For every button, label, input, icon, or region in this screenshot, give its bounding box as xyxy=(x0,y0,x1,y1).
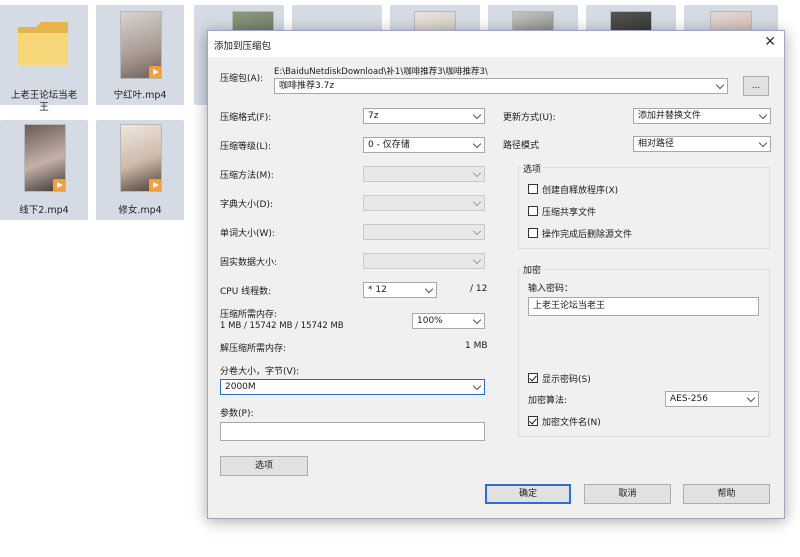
folder-label: 上老王论坛当老 王 xyxy=(10,90,78,113)
video-thumbnail xyxy=(120,11,162,79)
video-thumbnail xyxy=(120,124,162,192)
params-input[interactable] xyxy=(220,422,485,441)
sfx-label[interactable]: 创建自释放程序(X) xyxy=(542,183,618,196)
threads-select[interactable]: * 12 xyxy=(363,282,437,298)
shared-files-label[interactable]: 压缩共享文件 xyxy=(542,205,596,218)
dict-select[interactable] xyxy=(363,195,485,211)
volume-value: 2000M xyxy=(225,382,256,392)
encryption-method-label: 加密算法: xyxy=(528,396,568,406)
solid-label: 固实数据大小: xyxy=(220,258,278,268)
password-input[interactable]: 上老王论坛当老王 xyxy=(528,297,759,316)
video-thumbnail xyxy=(24,124,66,192)
encryption-method-value: AES-256 xyxy=(670,394,708,404)
mem-select[interactable]: 100% xyxy=(412,313,485,329)
title-bar: 添加到压缩包 ✕ xyxy=(208,31,784,57)
video-label: 宁红叶.mp4 xyxy=(113,90,167,101)
mem-label: 压缩所需内存: xyxy=(220,310,278,320)
browse-button[interactable]: ... xyxy=(743,76,769,96)
chevron-down-icon xyxy=(472,226,482,236)
cancel-button[interactable]: 取消 xyxy=(584,484,671,504)
chevron-down-icon xyxy=(715,80,725,90)
word-label: 单词大小(W): xyxy=(220,229,275,239)
chevron-down-icon xyxy=(472,168,482,178)
password-label: 输入密码： xyxy=(528,284,574,294)
play-icon xyxy=(149,179,161,191)
chevron-down-icon xyxy=(472,315,482,325)
sfx-checkbox[interactable] xyxy=(528,184,538,194)
shared-files-checkbox[interactable] xyxy=(528,206,538,216)
dialog-title: 添加到压缩包 xyxy=(214,41,272,52)
level-value: 0 - 仅存储 xyxy=(368,140,410,150)
folder-tile[interactable]: 上老王论坛当老 王 xyxy=(0,5,88,113)
archive-path: E:\BaiduNetdiskDownload\补1\咖啡推荐3\咖啡推荐3\ xyxy=(274,67,488,77)
pathmode-value: 相对路径 xyxy=(638,139,675,149)
chevron-down-icon xyxy=(472,197,482,207)
chevron-down-icon xyxy=(472,110,482,120)
threads-value: * 12 xyxy=(368,285,387,295)
decomp-value: 1 MB xyxy=(465,341,488,351)
params-label: 参数(P): xyxy=(220,409,254,419)
decomp-label: 解压缩所需内存: xyxy=(220,344,287,354)
video-label: 线下2.mp4 xyxy=(19,205,69,216)
chevron-down-icon xyxy=(472,139,482,149)
chevron-down-icon xyxy=(758,138,768,148)
delete-after-checkbox[interactable] xyxy=(528,228,538,238)
video-label: 修女.mp4 xyxy=(118,205,162,216)
mem-detail: 1 MB / 15742 MB / 15742 MB xyxy=(220,321,344,331)
method-select[interactable] xyxy=(363,166,485,182)
update-value: 添加并替换文件 xyxy=(638,111,702,121)
chevron-down-icon xyxy=(472,381,482,391)
show-password-checkbox[interactable] xyxy=(528,373,538,383)
close-icon[interactable]: ✕ xyxy=(764,34,776,50)
encryption-group xyxy=(518,269,770,437)
options-button[interactable]: 选项 xyxy=(220,456,308,476)
delete-after-label[interactable]: 操作完成后删除源文件 xyxy=(542,227,632,240)
threads-max: / 12 xyxy=(470,284,488,294)
encrypt-names-label[interactable]: 加密文件名(N) xyxy=(542,415,601,428)
video-tile[interactable]: 修女.mp4 xyxy=(96,120,184,220)
show-password-label[interactable]: 显示密码(S) xyxy=(542,372,591,385)
chevron-down-icon xyxy=(746,393,756,403)
method-label: 压缩方法(M): xyxy=(220,171,274,181)
chevron-down-icon xyxy=(424,284,434,294)
threads-label: CPU 线程数: xyxy=(220,287,272,297)
dict-label: 字典大小(D): xyxy=(220,200,273,210)
level-select[interactable]: 0 - 仅存储 xyxy=(363,137,485,153)
archive-label: 压缩包(A): xyxy=(220,74,264,84)
solid-select[interactable] xyxy=(363,253,485,269)
folder-icon xyxy=(18,22,68,65)
format-value: 7z xyxy=(368,111,379,121)
level-label: 压缩等级(L): xyxy=(220,142,272,152)
update-label: 更新方式(U): xyxy=(503,113,556,123)
archive-name-combo[interactable]: 咖啡推荐3.7z xyxy=(274,78,728,94)
mem-value: 100% xyxy=(417,316,443,326)
chevron-down-icon xyxy=(472,255,482,265)
volume-combo[interactable]: 2000M xyxy=(220,379,485,395)
video-tile[interactable]: 宁红叶.mp4 xyxy=(96,5,184,105)
format-select[interactable]: 7z xyxy=(363,108,485,124)
pathmode-label: 路径模式 xyxy=(503,141,540,151)
ok-button[interactable]: 确定 xyxy=(485,484,571,504)
add-to-archive-dialog: 添加到压缩包 ✕ 压缩包(A): E:\BaiduNetdiskDownload… xyxy=(207,30,785,519)
encryption-group-title: 加密 xyxy=(521,263,544,276)
video-tile[interactable]: 线下2.mp4 xyxy=(0,120,88,220)
volume-label: 分卷大小，字节(V): xyxy=(220,367,300,377)
play-icon xyxy=(53,179,65,191)
play-icon xyxy=(149,66,161,78)
options-group-title: 选项 xyxy=(521,162,544,175)
pathmode-select[interactable]: 相对路径 xyxy=(633,136,771,152)
word-select[interactable] xyxy=(363,224,485,240)
update-select[interactable]: 添加并替换文件 xyxy=(633,108,771,124)
encryption-method-select[interactable]: AES-256 xyxy=(665,391,759,407)
format-label: 压缩格式(F): xyxy=(220,113,272,123)
chevron-down-icon xyxy=(758,110,768,120)
archive-name-value: 咖啡推荐3.7z xyxy=(279,81,335,91)
help-button[interactable]: 帮助 xyxy=(683,484,770,504)
encrypt-names-checkbox[interactable] xyxy=(528,416,538,426)
